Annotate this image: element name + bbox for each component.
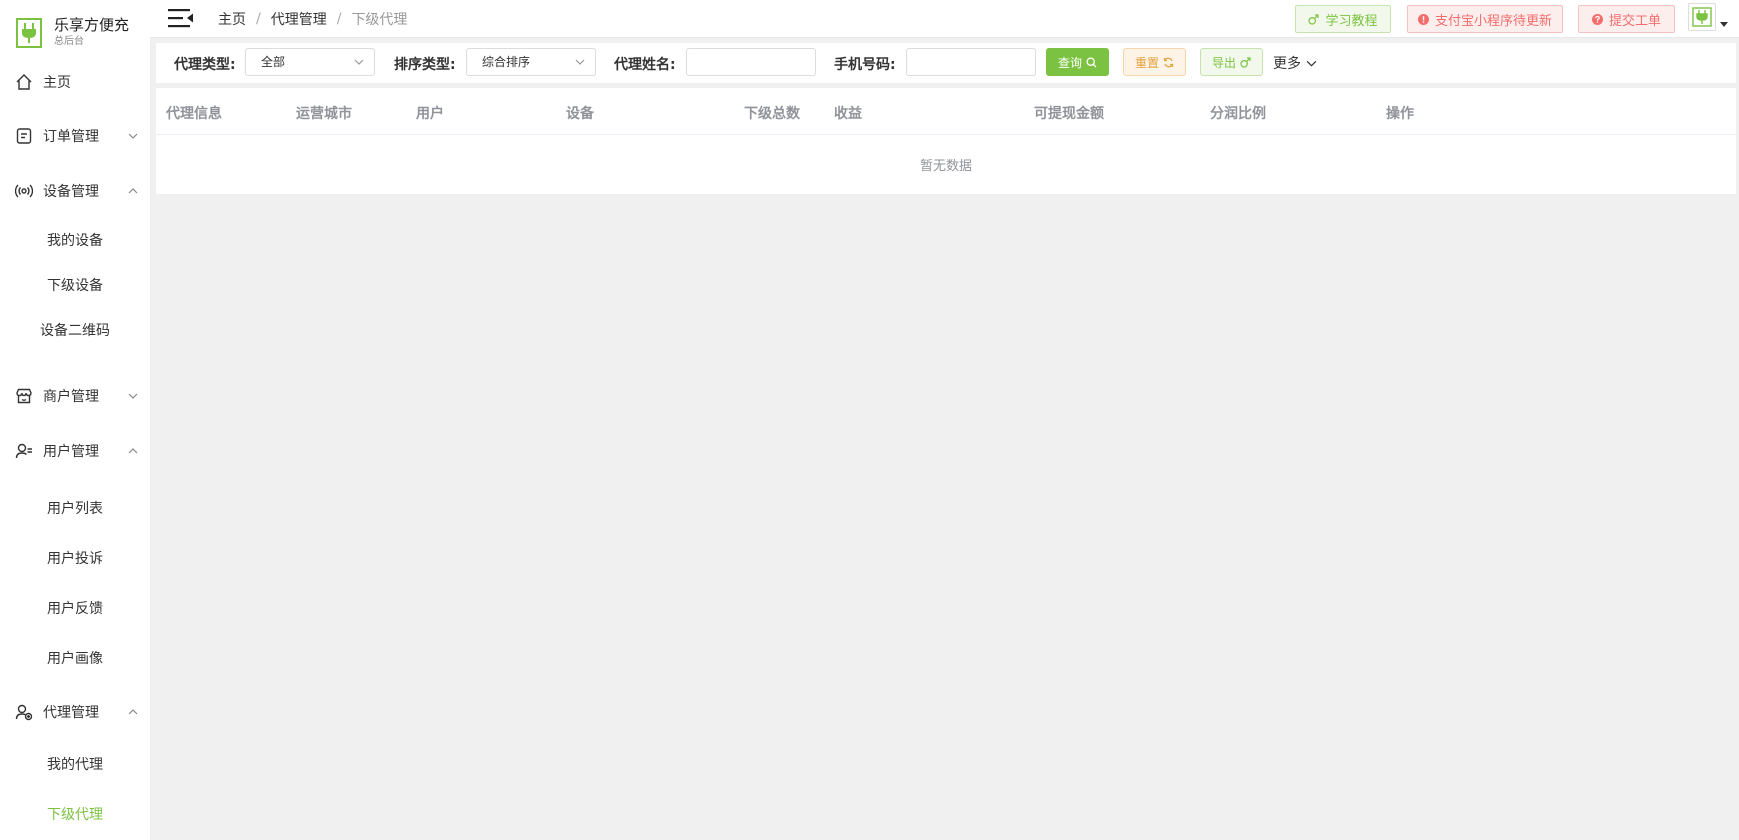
breadcrumb-agent-management[interactable]: 代理管理 — [271, 9, 327, 29]
column-header-sub-total: 下级总数 — [744, 106, 800, 122]
male-symbol-icon — [1308, 13, 1320, 25]
sort-type-label: 排序类型: — [394, 57, 456, 73]
sidebar-item-orders[interactable]: 订单管理 — [0, 116, 150, 156]
signal-icon — [14, 181, 34, 201]
sidebar-subitem-device-qrcode[interactable]: 设备二维码 — [0, 312, 150, 348]
search-icon — [1086, 56, 1097, 68]
sidebar-subitem-user-list[interactable]: 用户列表 — [0, 490, 150, 526]
filter-bar: 代理类型: 全部 排序类型: 综合排序 代理姓名: 手机号码: 查询 重置 导出… — [156, 43, 1736, 83]
column-header-users: 用户 — [416, 106, 444, 122]
agent-type-label: 代理类型: — [174, 57, 236, 73]
chevron-down-icon — [1306, 58, 1317, 69]
query-button-label: 查询 — [1057, 55, 1082, 70]
tutorial-button-label: 学习教程 — [1325, 13, 1378, 29]
caret-down-icon[interactable] — [1720, 22, 1728, 27]
sidebar-item-agents[interactable]: 代理管理 — [0, 692, 150, 732]
alipay-update-label: 支付宝小程序待更新 — [1434, 13, 1552, 29]
sidebar-subitem-sub-devices[interactable]: 下级设备 — [0, 267, 150, 303]
agent-type-select[interactable]: 全部 — [245, 48, 375, 76]
breadcrumb-separator: / — [256, 11, 261, 27]
chevron-down-icon — [128, 393, 138, 399]
sort-type-value: 综合排序 — [482, 55, 531, 69]
column-header-share-ratio: 分润比例 — [1210, 106, 1266, 122]
export-button-label: 导出 — [1211, 55, 1236, 70]
sidebar-subitem-sub-agents[interactable]: 下级代理 — [0, 796, 150, 832]
chevron-up-icon — [128, 188, 138, 194]
sidebar-item-label: 主页 — [43, 75, 71, 91]
tutorial-button[interactable]: 学习教程 — [1295, 5, 1391, 33]
breadcrumb-current: 下级代理 — [351, 12, 408, 28]
sidebar-subitem-user-feedback[interactable]: 用户反馈 — [0, 590, 150, 626]
agent-table: 代理信息 运营城市 用户 设备 下级总数 收益 可提现金额 分润比例 操作 暂无… — [156, 88, 1736, 194]
agent-name-label: 代理姓名: — [614, 57, 676, 73]
store-icon — [14, 386, 34, 406]
sidebar-item-label: 用户管理 — [43, 444, 99, 460]
user-list-icon — [14, 441, 34, 461]
chevron-up-icon — [128, 709, 138, 715]
brand-title: 乐享方便充 — [54, 16, 130, 34]
sidebar-item-home[interactable]: 主页 — [0, 62, 150, 102]
sidebar-subitem-my-devices[interactable]: 我的设备 — [0, 222, 150, 258]
reset-button[interactable]: 重置 — [1123, 48, 1186, 76]
sidebar-item-label: 设备管理 — [43, 184, 99, 200]
home-icon — [14, 72, 34, 92]
export-button[interactable]: 导出 — [1200, 48, 1263, 76]
user-avatar[interactable] — [1688, 3, 1716, 31]
agent-name-input[interactable] — [686, 48, 816, 76]
chevron-down-icon — [354, 59, 364, 65]
submit-ticket-button[interactable]: 提交工单 — [1578, 5, 1675, 33]
sidebar-item-devices[interactable]: 设备管理 — [0, 171, 150, 211]
question-circle-icon — [1591, 13, 1603, 25]
alert-circle-icon — [1417, 13, 1429, 25]
chevron-down-icon — [575, 59, 585, 65]
table-empty-state: 暂无数据 — [919, 159, 972, 174]
chevron-up-icon — [128, 448, 138, 454]
reset-button-label: 重置 — [1134, 55, 1159, 70]
sort-type-select[interactable]: 综合排序 — [466, 48, 596, 76]
sidebar-subitem-my-agents[interactable]: 我的代理 — [0, 746, 150, 782]
breadcrumb-separator: / — [336, 11, 342, 27]
column-header-actions: 操作 — [1386, 106, 1414, 122]
phone-label: 手机号码: — [834, 57, 896, 73]
more-filters-toggle[interactable]: 更多 — [1273, 53, 1317, 73]
top-header: 主页 / 代理管理 / 下级代理 学习教程 支付宝小程序待更新 提交工单 — [150, 0, 1739, 38]
sidebar-item-label: 订单管理 — [43, 129, 99, 145]
column-header-devices: 设备 — [566, 106, 594, 122]
brand-subtitle: 总后台 — [54, 36, 84, 47]
sidebar: 乐享方便充 总后台 主页 订单管理 设备管理 我的设备 下级设备 设备二维码 商… — [0, 0, 150, 840]
column-header-withdrawable: 可提现金额 — [1034, 106, 1104, 122]
agent-icon — [14, 702, 34, 722]
column-header-agent-info: 代理信息 — [166, 106, 222, 122]
more-filters-label: 更多 — [1273, 56, 1301, 72]
phone-input[interactable] — [906, 48, 1036, 76]
refresh-icon — [1163, 57, 1174, 68]
submit-ticket-label: 提交工单 — [1608, 13, 1661, 29]
sidebar-item-merchants[interactable]: 商户管理 — [0, 376, 150, 416]
breadcrumb-home[interactable]: 主页 — [218, 9, 246, 29]
brand-logo[interactable]: 乐享方便充 总后台 — [16, 14, 129, 54]
query-button[interactable]: 查询 — [1046, 48, 1109, 76]
breadcrumb: 主页 / 代理管理 / 下级代理 — [218, 9, 407, 29]
column-header-earnings: 收益 — [834, 106, 862, 122]
alipay-update-button[interactable]: 支付宝小程序待更新 — [1407, 5, 1563, 33]
chevron-down-icon — [128, 133, 138, 139]
sidebar-item-label: 代理管理 — [43, 705, 99, 721]
menu-collapse-icon[interactable] — [168, 7, 194, 29]
sidebar-subitem-user-profile[interactable]: 用户画像 — [0, 640, 150, 676]
sidebar-subitem-user-complaints[interactable]: 用户投诉 — [0, 540, 150, 576]
sidebar-item-label: 商户管理 — [43, 389, 99, 405]
column-header-city: 运营城市 — [296, 106, 352, 122]
sidebar-item-users[interactable]: 用户管理 — [0, 431, 150, 471]
table-header: 代理信息 运营城市 用户 设备 下级总数 收益 可提现金额 分润比例 操作 — [156, 88, 1736, 135]
agent-type-value: 全部 — [261, 55, 286, 69]
order-icon — [14, 126, 34, 146]
plug-logo-icon — [16, 18, 42, 48]
male-symbol-icon — [1240, 56, 1251, 68]
